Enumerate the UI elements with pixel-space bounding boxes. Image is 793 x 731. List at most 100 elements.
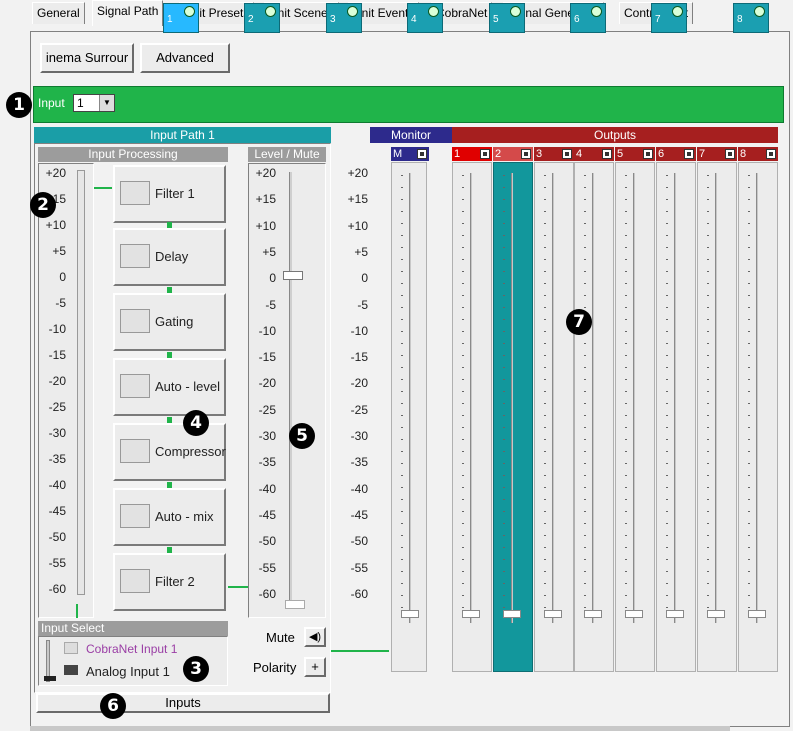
- scale-label: -60: [48, 582, 66, 596]
- input-channel-5[interactable]: 5: [489, 3, 525, 33]
- output-fader-5[interactable]: [615, 162, 655, 672]
- output-fader-6[interactable]: [656, 162, 696, 672]
- scale-label: +10: [347, 218, 368, 233]
- input-select-knob[interactable]: [44, 676, 56, 681]
- menu-icon[interactable]: [562, 149, 572, 159]
- menu-icon[interactable]: [684, 149, 694, 159]
- output-fader-1[interactable]: [452, 162, 492, 672]
- input-channel-6[interactable]: 6: [570, 3, 606, 33]
- output-channel-header-4[interactable]: 4: [574, 147, 614, 161]
- scale-label: -5: [265, 297, 276, 312]
- fader-knob[interactable]: [544, 610, 562, 618]
- input-channel-3[interactable]: 3: [326, 3, 362, 33]
- outputs-title: Outputs: [452, 127, 778, 143]
- scale-label: -30: [350, 429, 368, 443]
- callout-6: 6: [100, 693, 126, 719]
- knob-icon: [591, 6, 602, 17]
- level-meter-marker: [285, 600, 305, 609]
- fader-knob[interactable]: [584, 610, 602, 618]
- fader-knob[interactable]: [625, 610, 643, 618]
- scale-label: -30: [48, 426, 66, 440]
- status-bar: [30, 726, 730, 731]
- menu-icon[interactable]: [766, 149, 776, 159]
- channel-label: 8: [740, 148, 747, 160]
- output-channel-header-6[interactable]: 6: [656, 147, 696, 161]
- surround-button[interactable]: inema Surrour: [40, 43, 134, 73]
- level-fader-knob[interactable]: [283, 271, 303, 280]
- menu-icon[interactable]: [602, 149, 612, 159]
- output-fader-3[interactable]: [534, 162, 574, 672]
- tab-signal-path[interactable]: Signal Path: [92, 0, 164, 26]
- scale-label: -50: [350, 534, 368, 549]
- source-analog[interactable]: Analog Input 1: [86, 664, 170, 679]
- scale-label: -40: [350, 481, 368, 496]
- fader-knob[interactable]: [748, 610, 766, 618]
- filter-2-block[interactable]: Filter 2: [113, 553, 226, 611]
- compressor-block[interactable]: Compressor: [113, 423, 226, 481]
- output-channel-header-3[interactable]: 3: [534, 147, 574, 161]
- menu-icon[interactable]: [725, 149, 735, 159]
- scale-label: -10: [258, 323, 276, 338]
- signal-arrow: [331, 650, 389, 652]
- gating-block[interactable]: Gating: [113, 293, 226, 351]
- auto-mix-block[interactable]: Auto - mix: [113, 488, 226, 546]
- inputs-button[interactable]: Inputs: [36, 693, 330, 713]
- scale-label: -15: [258, 350, 276, 365]
- advanced-button[interactable]: Advanced: [140, 43, 230, 73]
- delay-block[interactable]: Delay: [113, 228, 226, 286]
- knob-icon: [184, 6, 195, 17]
- channel-number: 7: [655, 14, 661, 25]
- menu-icon[interactable]: [417, 149, 427, 159]
- output-channel-header-2[interactable]: 2: [493, 147, 533, 161]
- channel-number: 8: [737, 14, 743, 25]
- input-dropdown[interactable]: 1 ▼: [73, 94, 115, 112]
- output-channel-header-5[interactable]: 5: [615, 147, 655, 161]
- input-channel-2[interactable]: 2: [244, 3, 280, 33]
- filter-curve-icon: [120, 181, 150, 205]
- source-cobranet[interactable]: CobraNet Input 1: [86, 642, 177, 656]
- scale-label: -60: [258, 586, 276, 601]
- polarity-plus-icon[interactable]: +: [304, 657, 326, 677]
- tab-general[interactable]: General: [32, 2, 85, 24]
- mute-label: Mute: [266, 630, 295, 645]
- chevron-down-icon[interactable]: ▼: [99, 95, 114, 111]
- monitor-channel-header[interactable]: M: [391, 147, 429, 161]
- fader-knob[interactable]: [503, 610, 521, 618]
- input-channel-1[interactable]: 1: [163, 3, 199, 33]
- scale-label: -20: [350, 376, 368, 391]
- menu-icon[interactable]: [521, 149, 531, 159]
- knob-icon: [347, 6, 358, 17]
- output-channel-header-1[interactable]: 1: [452, 147, 492, 161]
- output-fader-2[interactable]: [493, 162, 533, 672]
- block-label: Auto - mix: [155, 509, 214, 524]
- scale-label: -30: [258, 429, 276, 443]
- scale-label: +5: [354, 244, 368, 259]
- output-channel-header-7[interactable]: 7: [697, 147, 737, 161]
- input-dropdown-value: 1: [77, 96, 84, 110]
- menu-icon[interactable]: [480, 149, 490, 159]
- fader-knob[interactable]: [666, 610, 684, 618]
- scale-label: -45: [48, 504, 66, 518]
- input-channel-8[interactable]: 8: [733, 3, 769, 33]
- fader-knob[interactable]: [401, 610, 419, 618]
- scale-label: -50: [48, 530, 66, 544]
- output-fader-7[interactable]: [697, 162, 737, 672]
- channel-label: 5: [617, 148, 624, 160]
- auto-level-block[interactable]: Auto - level: [113, 358, 226, 416]
- scale-label: 0: [269, 271, 276, 286]
- input-channel-4[interactable]: 4: [407, 3, 443, 33]
- channel-number: 1: [167, 14, 173, 25]
- output-fader-4[interactable]: [574, 162, 614, 672]
- output-channel-header-8[interactable]: 8: [738, 147, 778, 161]
- polarity-label: Polarity: [253, 660, 297, 675]
- monitor-fader[interactable]: [391, 162, 427, 672]
- filter-1-block[interactable]: Filter 1: [113, 165, 226, 223]
- fader-knob[interactable]: [707, 610, 725, 618]
- output-fader-8[interactable]: [738, 162, 778, 672]
- fader-knob[interactable]: [462, 610, 480, 618]
- mute-speaker-icon[interactable]: ◀): [304, 627, 326, 647]
- menu-icon[interactable]: [643, 149, 653, 159]
- input-channel-7[interactable]: 7: [651, 3, 687, 33]
- scale-label: -35: [48, 452, 66, 466]
- level-fader-track[interactable]: [289, 172, 292, 607]
